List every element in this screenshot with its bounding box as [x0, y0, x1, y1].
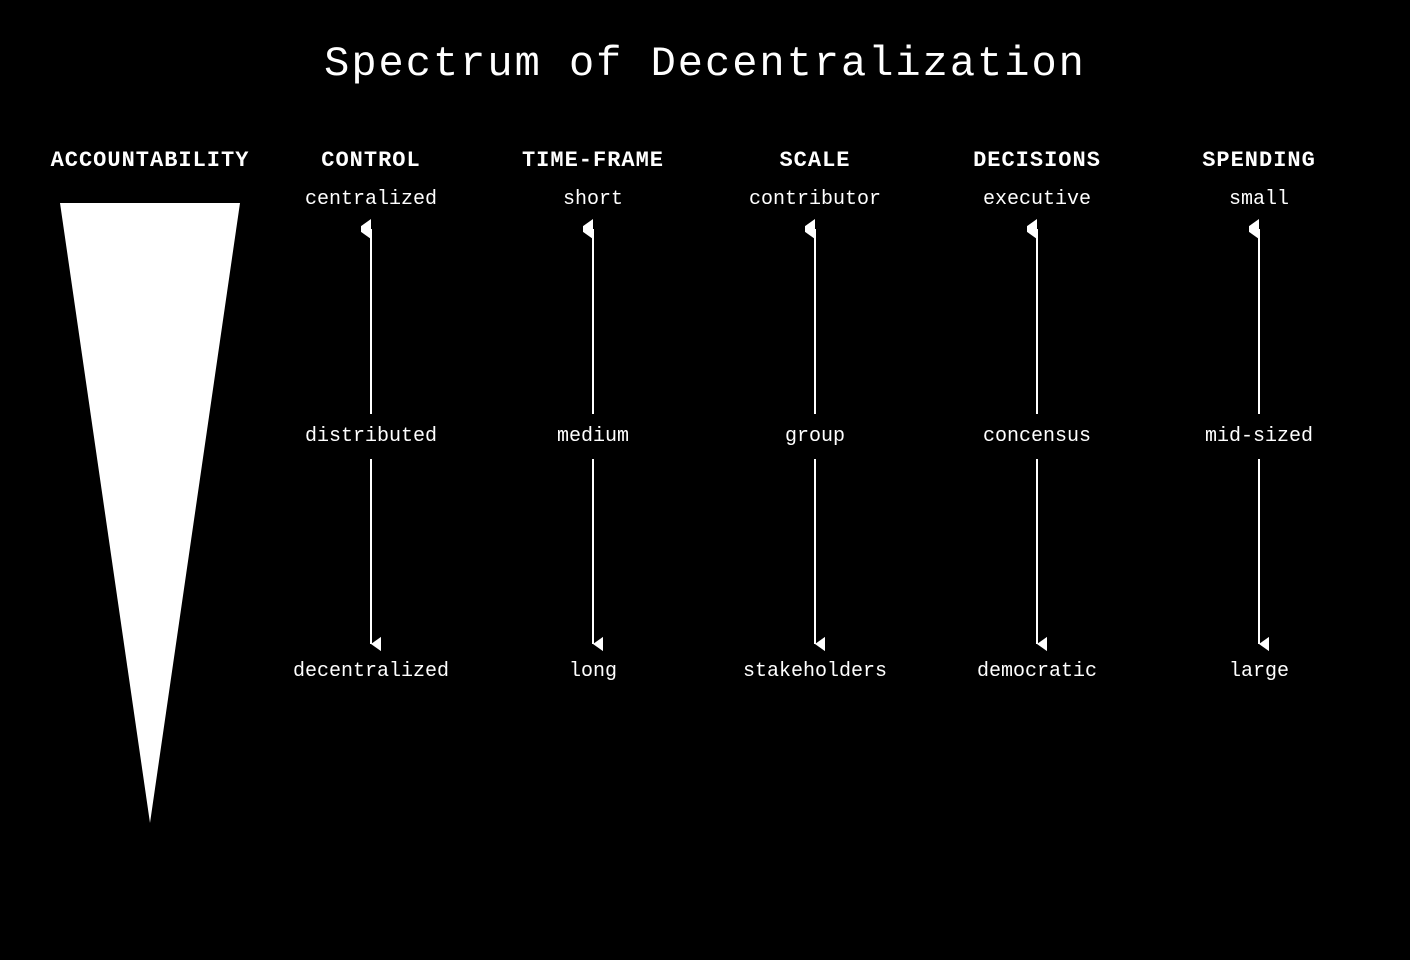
col-mid-decisions: concensus	[983, 425, 1091, 448]
spectrum-columns: CONTROL centralized distributed	[260, 148, 1370, 683]
col-bottom-timeframe: long	[569, 660, 617, 683]
col-mid-scale: group	[785, 425, 845, 448]
col-header-spending: SPENDING	[1202, 148, 1316, 173]
col-mid-timeframe: medium	[557, 425, 629, 448]
spectrum-col-decisions: DECISIONS executive concensus de	[937, 148, 1137, 683]
col-bottom-decisions: democratic	[977, 660, 1097, 683]
accountability-column: ACCOUNTABILITY	[40, 148, 260, 823]
triangle-container	[60, 203, 240, 823]
col-top-decisions: executive	[983, 188, 1091, 211]
arrow-bottom-scale	[805, 454, 825, 654]
col-bottom-spending: large	[1229, 660, 1289, 683]
arrow-bottom-timeframe	[583, 454, 603, 654]
col-bottom-scale: stakeholders	[743, 660, 887, 683]
col-bottom-control: decentralized	[293, 660, 449, 683]
triangle-shape	[60, 203, 240, 823]
spectrum-col-timeframe: TIME-FRAME short medium long	[493, 148, 693, 683]
col-top-timeframe: short	[563, 188, 623, 211]
accountability-header: ACCOUNTABILITY	[51, 148, 250, 173]
page-title: Spectrum of Decentralization	[324, 40, 1086, 88]
spectrum-col-control: CONTROL centralized distributed	[271, 148, 471, 683]
main-content: ACCOUNTABILITY CONTROL centralized distr…	[0, 148, 1410, 823]
col-top-spending: small	[1229, 188, 1289, 211]
arrow-top-control	[361, 219, 381, 419]
col-header-control: CONTROL	[321, 148, 420, 173]
spectrum-col-spending: SPENDING small mid-sized large	[1159, 148, 1359, 683]
col-mid-spending: mid-sized	[1205, 425, 1313, 448]
col-header-decisions: DECISIONS	[973, 148, 1101, 173]
arrow-top-timeframe	[583, 219, 603, 419]
col-mid-control: distributed	[305, 425, 437, 448]
col-header-scale: SCALE	[779, 148, 850, 173]
arrow-top-decisions	[1027, 219, 1047, 419]
col-top-control: centralized	[305, 188, 437, 211]
arrow-bottom-decisions	[1027, 454, 1047, 654]
arrow-top-spending	[1249, 219, 1269, 419]
col-header-timeframe: TIME-FRAME	[522, 148, 664, 173]
col-top-scale: contributor	[749, 188, 881, 211]
arrow-bottom-control	[361, 454, 381, 654]
spectrum-col-scale: SCALE contributor group stakehol	[715, 148, 915, 683]
arrow-bottom-spending	[1249, 454, 1269, 654]
arrow-top-scale	[805, 219, 825, 419]
